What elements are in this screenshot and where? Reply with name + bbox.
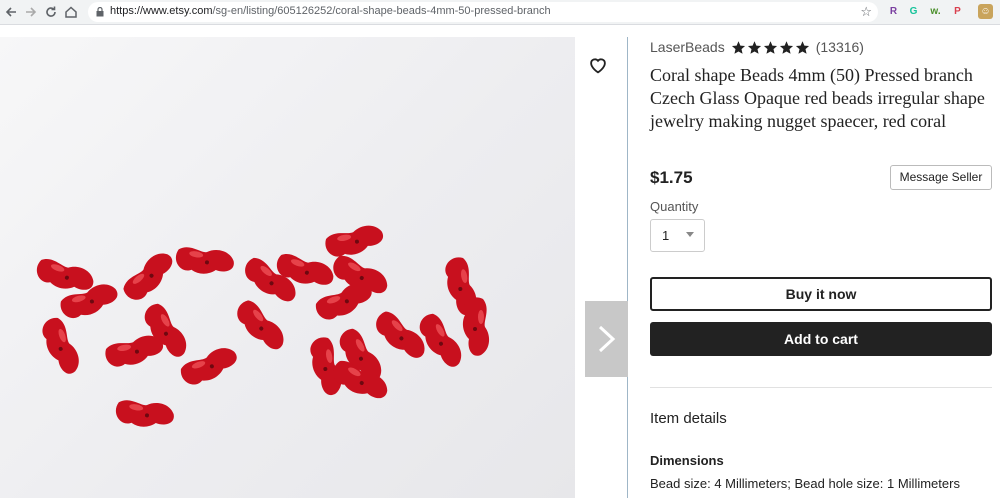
w-extension-icon[interactable]: w. (928, 4, 943, 19)
item-details-heading[interactable]: Item details (650, 410, 727, 427)
bead-shape (315, 283, 372, 320)
add-to-cart-button[interactable]: Add to cart (650, 322, 992, 356)
dimensions-heading: Dimensions (650, 453, 724, 468)
caret-down-icon (686, 232, 694, 237)
rating-count[interactable]: (13316) (816, 39, 864, 55)
quantity-value: 1 (662, 228, 670, 243)
star-icon (795, 40, 809, 54)
reload-icon[interactable] (42, 3, 60, 21)
star-icon (731, 40, 745, 54)
rating-stars[interactable] (731, 40, 810, 55)
address-bar[interactable]: https://www.etsy.com/sg-en/listing/60512… (88, 2, 878, 22)
quantity-select[interactable]: 1 (650, 219, 705, 252)
quantity-label: Quantity (650, 199, 699, 214)
star-icon (747, 40, 761, 54)
bead-shape (42, 317, 79, 374)
divider (650, 387, 992, 388)
grammarly-icon[interactable]: G (906, 4, 921, 19)
browser-toolbar: https://www.etsy.com/sg-en/listing/60512… (0, 0, 1000, 25)
bead-shape (180, 348, 237, 385)
message-seller-button[interactable]: Message Seller (890, 165, 992, 190)
bead-shape (123, 253, 173, 300)
buy-it-now-button[interactable]: Buy it now (650, 277, 992, 311)
dimensions-text: Bead size: 4 Millimeters; Bead hole size… (650, 476, 960, 491)
shop-name-link[interactable]: LaserBeads (650, 39, 725, 55)
bead-shape (175, 247, 234, 274)
bead-shape (115, 400, 174, 427)
r-extension-icon[interactable]: R (886, 4, 901, 19)
home-icon[interactable] (62, 3, 80, 21)
chevron-right-icon (598, 325, 616, 353)
star-icon (763, 40, 777, 54)
listing-title: Coral shape Beads 4mm (50) Pressed branc… (650, 65, 985, 131)
bead-shape (462, 297, 490, 356)
forward-icon[interactable] (22, 3, 40, 21)
profile-avatar[interactable]: ☺ (978, 4, 993, 19)
favorite-heart-icon[interactable] (587, 54, 609, 76)
url-text[interactable]: https://www.etsy.com/sg-en/listing/60512… (110, 5, 551, 17)
bead-shape (237, 300, 284, 350)
bead-shape (325, 225, 383, 257)
product-photo[interactable] (0, 37, 575, 498)
back-icon[interactable] (2, 3, 20, 21)
price: $1.75 (650, 168, 693, 187)
bead-shape (105, 335, 163, 367)
coral-beads-image (36, 225, 490, 427)
bookmark-star-icon[interactable]: ☆ (860, 4, 872, 20)
pocket-icon[interactable]: P (950, 4, 965, 19)
bead-shape (36, 259, 94, 290)
product-image-panel (0, 37, 628, 498)
lock-icon (96, 7, 104, 17)
shop-rating-row: LaserBeads (13316) (650, 37, 864, 57)
bead-shape (376, 311, 425, 358)
next-image-button[interactable] (585, 301, 628, 377)
star-icon (779, 40, 793, 54)
